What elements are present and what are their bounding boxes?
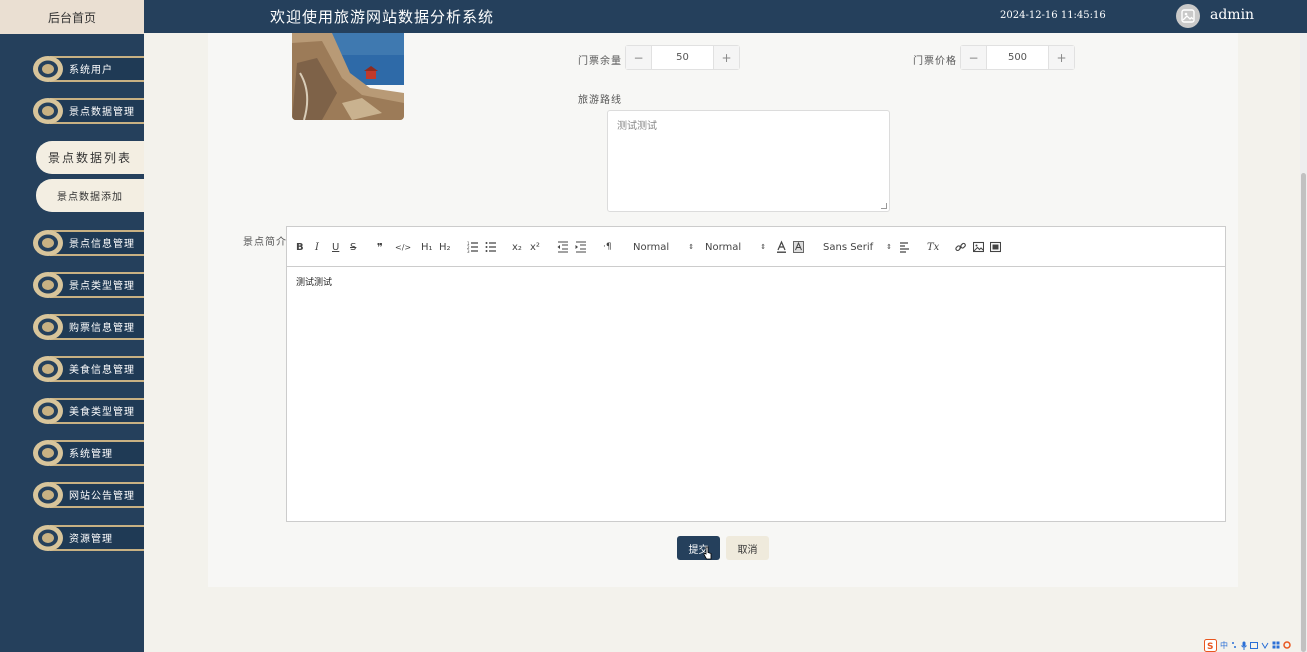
ornament-icon — [33, 272, 63, 298]
route-label: 旅游路线 — [578, 95, 622, 106]
ime-mode[interactable]: 中 — [1220, 640, 1228, 651]
text-color-icon[interactable] — [776, 240, 787, 254]
ornament-icon — [33, 482, 63, 508]
submit-button[interactable]: 提交 — [677, 536, 720, 560]
video-icon[interactable] — [990, 240, 1001, 254]
link-icon[interactable] — [955, 240, 966, 254]
ticket-price-stepper[interactable]: − 500 + — [960, 45, 1075, 70]
subscript-icon[interactable]: x₂ — [512, 240, 522, 254]
ticket-price-label: 门票价格 — [913, 56, 957, 67]
coastal-rocks-image — [292, 33, 404, 120]
sogou-s-icon[interactable]: S — [1204, 638, 1217, 652]
sidebar-item-system-manage[interactable]: 系统管理 — [30, 437, 144, 469]
text-direction-icon[interactable]: ·¶ — [603, 240, 612, 254]
ornament-icon — [33, 356, 63, 382]
rich-text-editor: B I U S ❞ </> H₁ H₂ 123 x₂ x² ·¶ Normal ⇕… — [286, 226, 1226, 522]
header-picker[interactable]: Normal ⇕ — [633, 240, 694, 254]
current-datetime: 2024-12-16 11:45:16 — [1000, 10, 1106, 21]
top-header: 欢迎使用旅游网站数据分析系统 2024-12-16 11:45:16 admin — [144, 0, 1307, 33]
font-picker[interactable]: Sans Serif ⇕ — [823, 240, 892, 254]
sidebar-item-food-type[interactable]: 美食类型管理 — [30, 395, 144, 427]
italic-icon[interactable]: I — [315, 240, 319, 254]
background-color-icon[interactable] — [793, 240, 804, 254]
ime-tray: S 中 — [1204, 638, 1307, 652]
blockquote-icon[interactable]: ❞ — [377, 240, 383, 254]
route-textarea[interactable]: 测试测试 — [607, 110, 890, 212]
updown-icon: ⇕ — [688, 243, 695, 251]
ordered-list-icon[interactable]: 123 — [467, 240, 479, 254]
settings-icon[interactable] — [1283, 641, 1291, 649]
intro-label: 景点简介 — [243, 237, 287, 248]
increment-button[interactable]: + — [714, 46, 739, 69]
editor-content[interactable]: 测试测试 — [287, 267, 1225, 296]
underline-icon[interactable]: U — [332, 240, 339, 254]
ticket-remaining-label: 门票余量 — [578, 56, 622, 67]
app-title: 欢迎使用旅游网站数据分析系统 — [270, 8, 495, 26]
avatar[interactable] — [1176, 4, 1200, 28]
skin-icon[interactable] — [1261, 642, 1269, 649]
toolbox-icon[interactable] — [1272, 641, 1280, 649]
superscript-icon[interactable]: x² — [530, 240, 540, 254]
size-picker[interactable]: Normal ⇕ — [705, 240, 766, 254]
bullet-list-icon[interactable] — [485, 240, 497, 254]
bold-icon[interactable]: B — [296, 240, 304, 254]
svg-text:S: S — [1207, 642, 1213, 652]
editor-toolbar: B I U S ❞ </> H₁ H₂ 123 x₂ x² ·¶ Normal ⇕… — [287, 227, 1225, 267]
ticket-remaining-stepper[interactable]: − 50 + — [625, 45, 740, 70]
sidebar-item-resources[interactable]: 资源管理 — [30, 522, 144, 554]
punctuation-icon[interactable] — [1231, 641, 1238, 649]
sidebar-item-system-users[interactable]: 系统用户 — [30, 53, 144, 85]
align-icon[interactable] — [899, 240, 910, 254]
ornament-icon — [33, 314, 63, 340]
sidebar-item-food-info[interactable]: 美食信息管理 — [30, 353, 144, 385]
updown-icon: ⇕ — [760, 243, 767, 251]
header2-icon[interactable]: H₂ — [439, 240, 451, 254]
username[interactable]: admin — [1210, 7, 1254, 23]
code-block-icon[interactable]: </> — [395, 240, 411, 254]
ticket-price-input[interactable]: 500 — [986, 46, 1049, 69]
pointer-cursor-icon — [703, 546, 712, 560]
sidebar-item-ticket-info[interactable]: 购票信息管理 — [30, 311, 144, 343]
image-placeholder-icon — [1181, 9, 1195, 23]
ornament-icon — [33, 525, 63, 551]
ornament-icon — [33, 398, 63, 424]
page-scrollbar[interactable] — [1300, 33, 1307, 652]
scrollbar-thumb[interactable] — [1301, 173, 1306, 652]
sidebar-subitem-scenic-list[interactable]: 景点数据列表 — [36, 141, 144, 174]
image-icon[interactable] — [973, 240, 984, 254]
form-card: 门票余量 − 50 + 门票价格 − 500 + 旅游路线 测试测试 景点简介 … — [208, 33, 1238, 587]
decrement-button[interactable]: − — [626, 46, 651, 69]
outdent-icon[interactable] — [557, 240, 569, 254]
ticket-remaining-input[interactable]: 50 — [651, 46, 714, 69]
ornament-icon — [33, 56, 63, 82]
keyboard-icon[interactable] — [1250, 641, 1258, 649]
sidebar-item-scenic-type[interactable]: 景点类型管理 — [30, 269, 144, 301]
home-button[interactable]: 后台首页 — [0, 0, 144, 34]
svg-text:3: 3 — [467, 249, 470, 254]
sidebar: 后台首页 系统用户 景点数据管理 景点数据列表 景点数据添加 景点信息管理 景点… — [0, 0, 144, 652]
header1-icon[interactable]: H₁ — [421, 240, 433, 254]
increment-button[interactable]: + — [1049, 46, 1074, 69]
indent-icon[interactable] — [575, 240, 587, 254]
decrement-button[interactable]: − — [961, 46, 986, 69]
ornament-icon — [33, 230, 63, 256]
sidebar-item-scenic-data[interactable]: 景点数据管理 — [30, 95, 144, 127]
resize-grip-icon[interactable] — [881, 203, 887, 209]
strike-icon[interactable]: S — [350, 240, 356, 254]
ornament-icon — [33, 98, 63, 124]
sidebar-item-announcements[interactable]: 网站公告管理 — [30, 479, 144, 511]
sidebar-item-scenic-info[interactable]: 景点信息管理 — [30, 227, 144, 259]
sidebar-subitem-scenic-add[interactable]: 景点数据添加 — [36, 179, 144, 212]
ornament-icon — [33, 440, 63, 466]
scenic-photo[interactable] — [292, 33, 404, 120]
clear-format-icon[interactable]: Tx — [927, 240, 939, 254]
cancel-button[interactable]: 取消 — [726, 536, 769, 560]
updown-icon: ⇕ — [886, 243, 892, 251]
microphone-icon[interactable] — [1241, 641, 1247, 650]
